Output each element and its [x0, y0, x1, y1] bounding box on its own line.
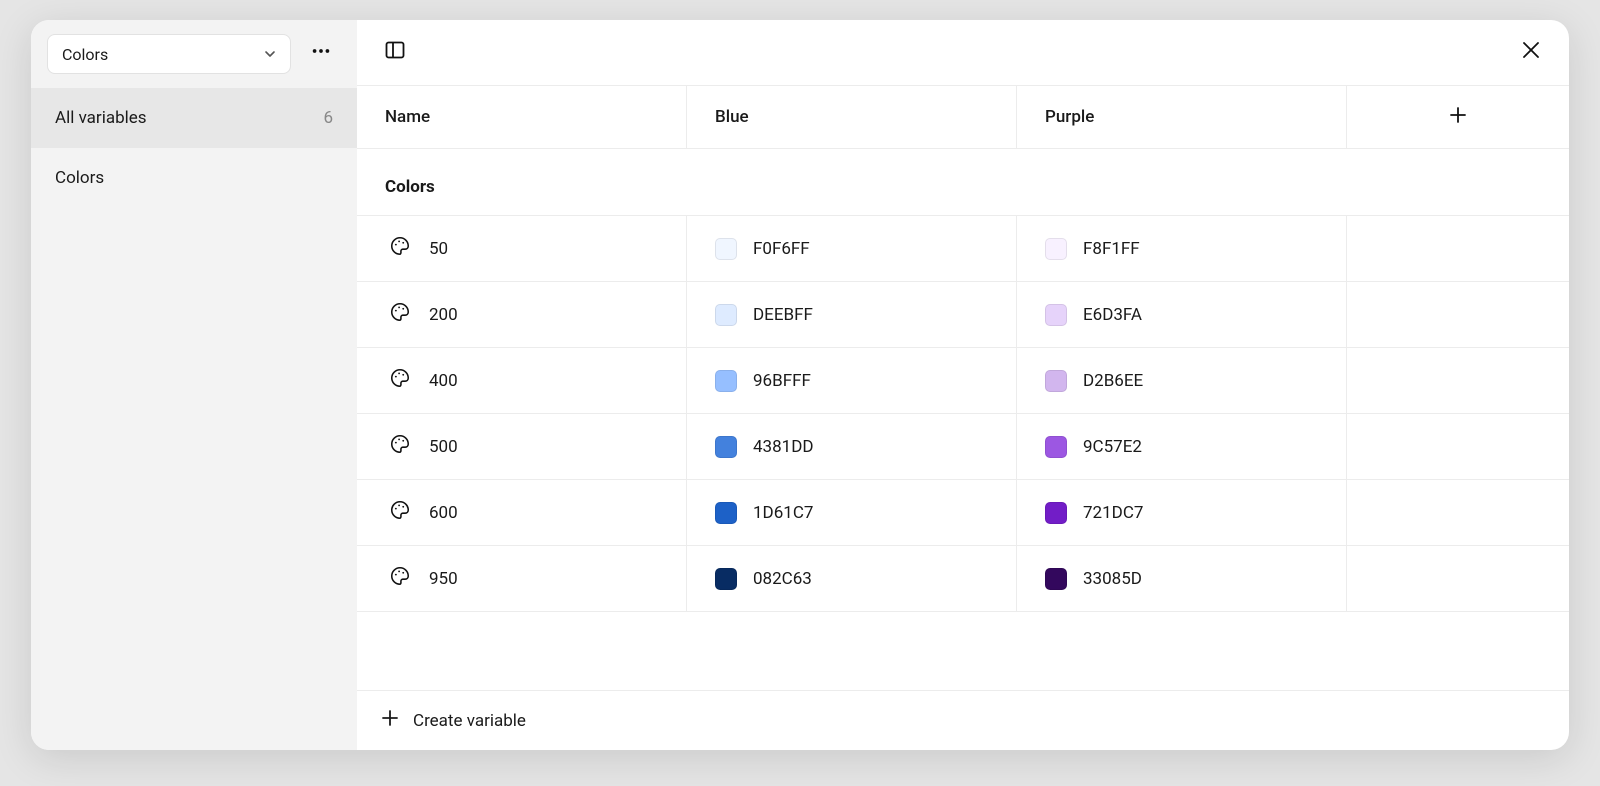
color-hex-value: 1D61C7 [753, 503, 813, 523]
footer: Create variable [357, 690, 1569, 750]
variable-name: 400 [429, 371, 458, 391]
color-hex-value: 4381DD [753, 437, 814, 457]
color-value-cell[interactable]: F8F1FF [1017, 216, 1347, 281]
sidebar-item-all-variables[interactable]: All variables 6 [31, 88, 357, 148]
color-hex-value: 33085D [1083, 569, 1142, 589]
variables-table-body: 50 F0F6FF F8F1FF 200 DEEBFF E6D3FA 400 96BFFF D2… [357, 215, 1569, 611]
palette-icon [389, 565, 411, 592]
color-swatch [715, 568, 737, 590]
color-value-cell[interactable]: 9C57E2 [1017, 414, 1347, 479]
palette-icon [389, 499, 411, 526]
color-swatch [1045, 304, 1067, 326]
empty-cell [1347, 414, 1569, 479]
color-value-cell[interactable]: D2B6EE [1017, 348, 1347, 413]
sidebar: Colors All variables 6 Colors [31, 20, 357, 750]
empty-cell [1347, 546, 1569, 611]
color-value-cell[interactable]: 33085D [1017, 546, 1347, 611]
color-hex-value: E6D3FA [1083, 305, 1142, 325]
column-header-name[interactable]: Name [357, 86, 687, 148]
empty-row [357, 611, 1569, 647]
color-value-cell[interactable]: F0F6FF [687, 216, 1017, 281]
color-value-cell[interactable]: 082C63 [687, 546, 1017, 611]
variable-name: 50 [429, 239, 448, 259]
column-header-mode-1[interactable]: Blue [687, 86, 1017, 148]
color-hex-value: 96BFFF [753, 371, 811, 391]
color-value-cell[interactable]: 4381DD [687, 414, 1017, 479]
variable-row[interactable]: 600 1D61C7 721DC7 [357, 479, 1569, 545]
column-header-mode-2[interactable]: Purple [1017, 86, 1347, 148]
variable-name-cell[interactable]: 500 [357, 414, 687, 479]
variable-row[interactable]: 400 96BFFF D2B6EE [357, 347, 1569, 413]
variables-panel: Colors All variables 6 Colors [31, 20, 1569, 750]
empty-cell [1347, 216, 1569, 281]
empty-cell [1347, 282, 1569, 347]
ellipsis-icon [310, 40, 332, 68]
sidebar-toggle-icon [383, 38, 407, 66]
sidebar-item-label: All variables [55, 108, 147, 128]
variable-row[interactable]: 200 DEEBFF E6D3FA [357, 281, 1569, 347]
empty-cell [1347, 480, 1569, 545]
palette-icon [389, 367, 411, 394]
plus-icon [1449, 106, 1467, 129]
toggle-sidebar-button[interactable] [377, 34, 413, 70]
color-hex-value: F0F6FF [753, 239, 810, 259]
color-swatch [1045, 436, 1067, 458]
color-value-cell[interactable]: 96BFFF [687, 348, 1017, 413]
plus-icon [381, 709, 399, 732]
group-title: Colors [357, 149, 1569, 215]
color-hex-value: 721DC7 [1083, 503, 1143, 523]
close-icon [1521, 40, 1541, 64]
variable-name: 500 [429, 437, 458, 457]
color-swatch [715, 304, 737, 326]
color-swatch [1045, 568, 1067, 590]
toolbar [357, 20, 1569, 85]
color-swatch [1045, 370, 1067, 392]
palette-icon [389, 235, 411, 262]
create-variable-button[interactable]: Create variable [357, 691, 1569, 750]
variable-name-cell[interactable]: 200 [357, 282, 687, 347]
sidebar-header: Colors [31, 20, 357, 88]
variable-name: 950 [429, 569, 458, 589]
color-hex-value: 9C57E2 [1083, 437, 1142, 457]
variable-count: 6 [323, 108, 333, 128]
add-mode-button[interactable] [1347, 86, 1569, 148]
color-swatch [715, 502, 737, 524]
close-button[interactable] [1513, 34, 1549, 70]
collection-dropdown[interactable]: Colors [47, 34, 291, 74]
sidebar-item-colors-group[interactable]: Colors [31, 148, 357, 208]
palette-icon [389, 301, 411, 328]
color-swatch [715, 436, 737, 458]
variable-row[interactable]: 500 4381DD 9C57E2 [357, 413, 1569, 479]
color-value-cell[interactable]: 1D61C7 [687, 480, 1017, 545]
more-options-button[interactable] [301, 34, 341, 74]
color-hex-value: D2B6EE [1083, 371, 1143, 391]
empty-cell [1347, 348, 1569, 413]
main-content: Name Blue Purple Colors 50 F0F6FF F8F1FF 20… [357, 20, 1569, 750]
chevron-down-icon [264, 45, 276, 64]
color-value-cell[interactable]: DEEBFF [687, 282, 1017, 347]
color-swatch [715, 238, 737, 260]
color-value-cell[interactable]: E6D3FA [1017, 282, 1347, 347]
create-variable-label: Create variable [413, 711, 526, 731]
variable-name-cell[interactable]: 600 [357, 480, 687, 545]
variable-row[interactable]: 50 F0F6FF F8F1FF [357, 215, 1569, 281]
color-hex-value: 082C63 [753, 569, 812, 589]
column-headers: Name Blue Purple [357, 85, 1569, 149]
variable-name: 600 [429, 503, 458, 523]
color-swatch [715, 370, 737, 392]
color-hex-value: DEEBFF [753, 305, 813, 325]
variable-name-cell[interactable]: 400 [357, 348, 687, 413]
color-swatch [1045, 238, 1067, 260]
color-hex-value: F8F1FF [1083, 239, 1140, 259]
variable-row[interactable]: 950 082C63 33085D [357, 545, 1569, 611]
color-swatch [1045, 502, 1067, 524]
color-value-cell[interactable]: 721DC7 [1017, 480, 1347, 545]
variable-name-cell[interactable]: 950 [357, 546, 687, 611]
variable-name-cell[interactable]: 50 [357, 216, 687, 281]
collection-name: Colors [62, 45, 108, 64]
sidebar-item-label: Colors [55, 168, 104, 188]
palette-icon [389, 433, 411, 460]
variable-name: 200 [429, 305, 458, 325]
